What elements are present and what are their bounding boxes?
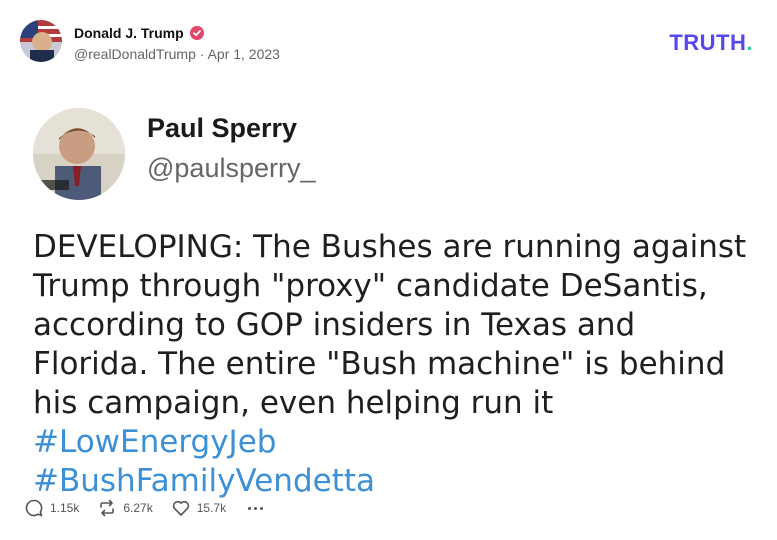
- post-meta: @realDonaldTrump · Apr 1, 2023: [74, 46, 280, 62]
- embedded-author-name: Paul Sperry: [147, 113, 298, 143]
- like-count: 15.7k: [196, 501, 227, 515]
- truth-logo[interactable]: TRUTH.: [669, 30, 753, 56]
- retruth-button[interactable]: 6.27k: [97, 498, 153, 518]
- truth-logo-text: TRUTH: [669, 30, 747, 55]
- author-name[interactable]: Donald J. Trump: [74, 25, 204, 41]
- hashtag-bush-family-vendetta: #BushFamilyVendetta: [33, 463, 376, 499]
- embedded-text-main: DEVELOPING: The Bushes are running again…: [33, 229, 747, 421]
- action-bar: 1.15k 6.27k 15.7k: [24, 498, 264, 518]
- hashtag-low-energy-jeb: #LowEnergyJeb: [33, 424, 277, 460]
- verified-badge-icon: [189, 26, 204, 40]
- truth-logo-dot: .: [746, 30, 753, 55]
- reply-count: 1.15k: [50, 501, 80, 515]
- reply-button[interactable]: 1.15k: [24, 498, 79, 518]
- author-name-text[interactable]: Donald J. Trump: [74, 25, 184, 41]
- embedded-avatar: [33, 108, 125, 200]
- like-icon: [172, 500, 189, 516]
- retruth-icon: [100, 499, 115, 517]
- post-date[interactable]: Apr 1, 2023: [208, 46, 280, 62]
- author-handle[interactable]: @realDonaldTrump: [74, 46, 196, 62]
- meta-separator: ·: [199, 46, 205, 62]
- reply-icon: [25, 499, 43, 517]
- more-icon: [248, 506, 252, 510]
- author-avatar[interactable]: [20, 20, 62, 62]
- like-button[interactable]: 15.7k: [171, 498, 226, 518]
- embedded-author-handle: @paulsperry_: [147, 153, 316, 183]
- more-button[interactable]: [244, 506, 264, 510]
- embedded-post-text: DEVELOPING: The Bushes are running again…: [33, 228, 753, 501]
- retruth-count: 6.27k: [123, 501, 153, 515]
